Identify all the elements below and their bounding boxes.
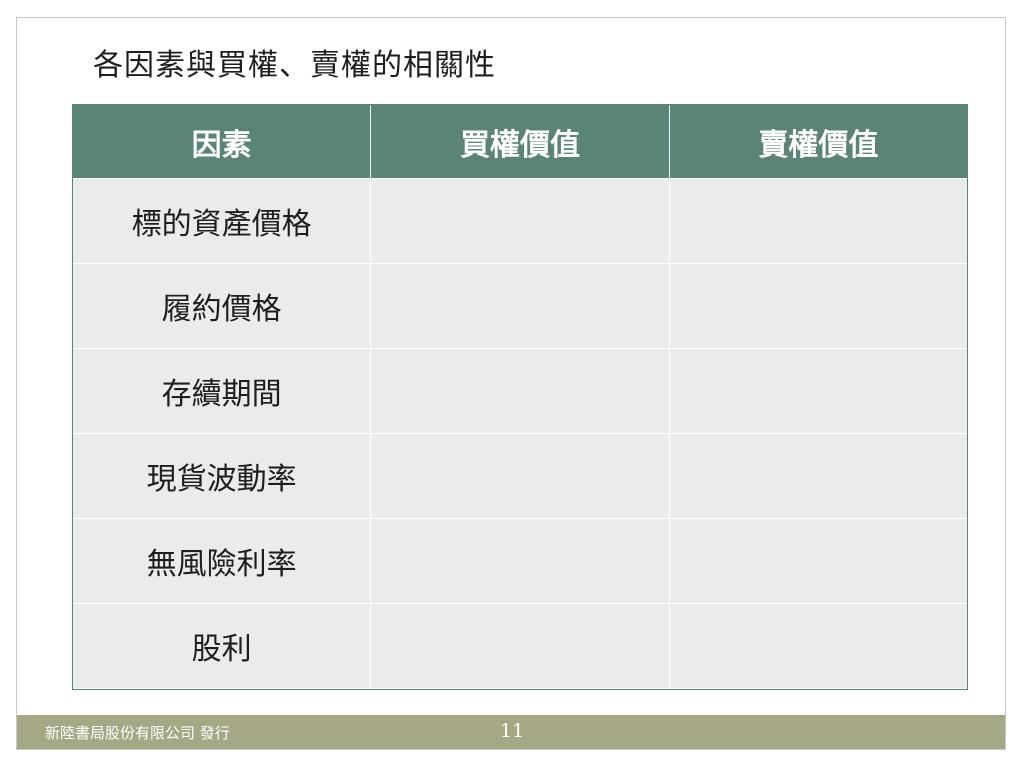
- put-value-cell: [668, 348, 969, 434]
- factor-cell: 標的資產價格: [71, 178, 372, 264]
- slide-footer: 新陸書局股份有限公司 發行 11: [17, 715, 1005, 749]
- factor-cell: 股利: [71, 603, 372, 689]
- call-value-cell: [370, 433, 670, 519]
- factor-cell: 無風險利率: [71, 518, 372, 604]
- slide-title: 各因素與買權、賣權的相關性: [93, 48, 496, 83]
- header-put-value: 賣權價值: [668, 104, 969, 179]
- header-call-value: 買權價值: [370, 104, 670, 179]
- put-value-cell: [668, 518, 969, 604]
- page-number: 11: [500, 720, 525, 742]
- put-value-cell: [668, 603, 969, 689]
- factor-cell: 現貨波動率: [71, 433, 372, 519]
- factor-cell: 履約價格: [71, 263, 372, 349]
- header-factor: 因素: [71, 104, 372, 179]
- table-row: 現貨波動率: [71, 433, 969, 519]
- table-row: 股利: [71, 603, 969, 689]
- factor-cell: 存續期間: [71, 348, 372, 434]
- table-row: 無風險利率: [71, 518, 969, 604]
- publisher-label: 新陸書局股份有限公司 發行: [45, 724, 230, 742]
- call-value-cell: [370, 518, 670, 604]
- call-value-cell: [370, 263, 670, 349]
- table-header-row: 因素 買權價值 賣權價值: [71, 104, 969, 179]
- call-value-cell: [370, 178, 670, 264]
- table-row: 履約價格: [71, 263, 969, 349]
- put-value-cell: [668, 433, 969, 519]
- table-row: 標的資產價格: [71, 178, 969, 264]
- table-row: 存續期間: [71, 348, 969, 434]
- call-value-cell: [370, 348, 670, 434]
- call-value-cell: [370, 603, 670, 689]
- put-value-cell: [668, 178, 969, 264]
- slide: 各因素與買權、賣權的相關性 因素 買權價值 賣權價值 標的資產價格 履約價格 存…: [16, 17, 1006, 750]
- put-value-cell: [668, 263, 969, 349]
- factors-table: 因素 買權價值 賣權價值 標的資產價格 履約價格 存續期間 現貨波動率 無風險利…: [71, 104, 969, 689]
